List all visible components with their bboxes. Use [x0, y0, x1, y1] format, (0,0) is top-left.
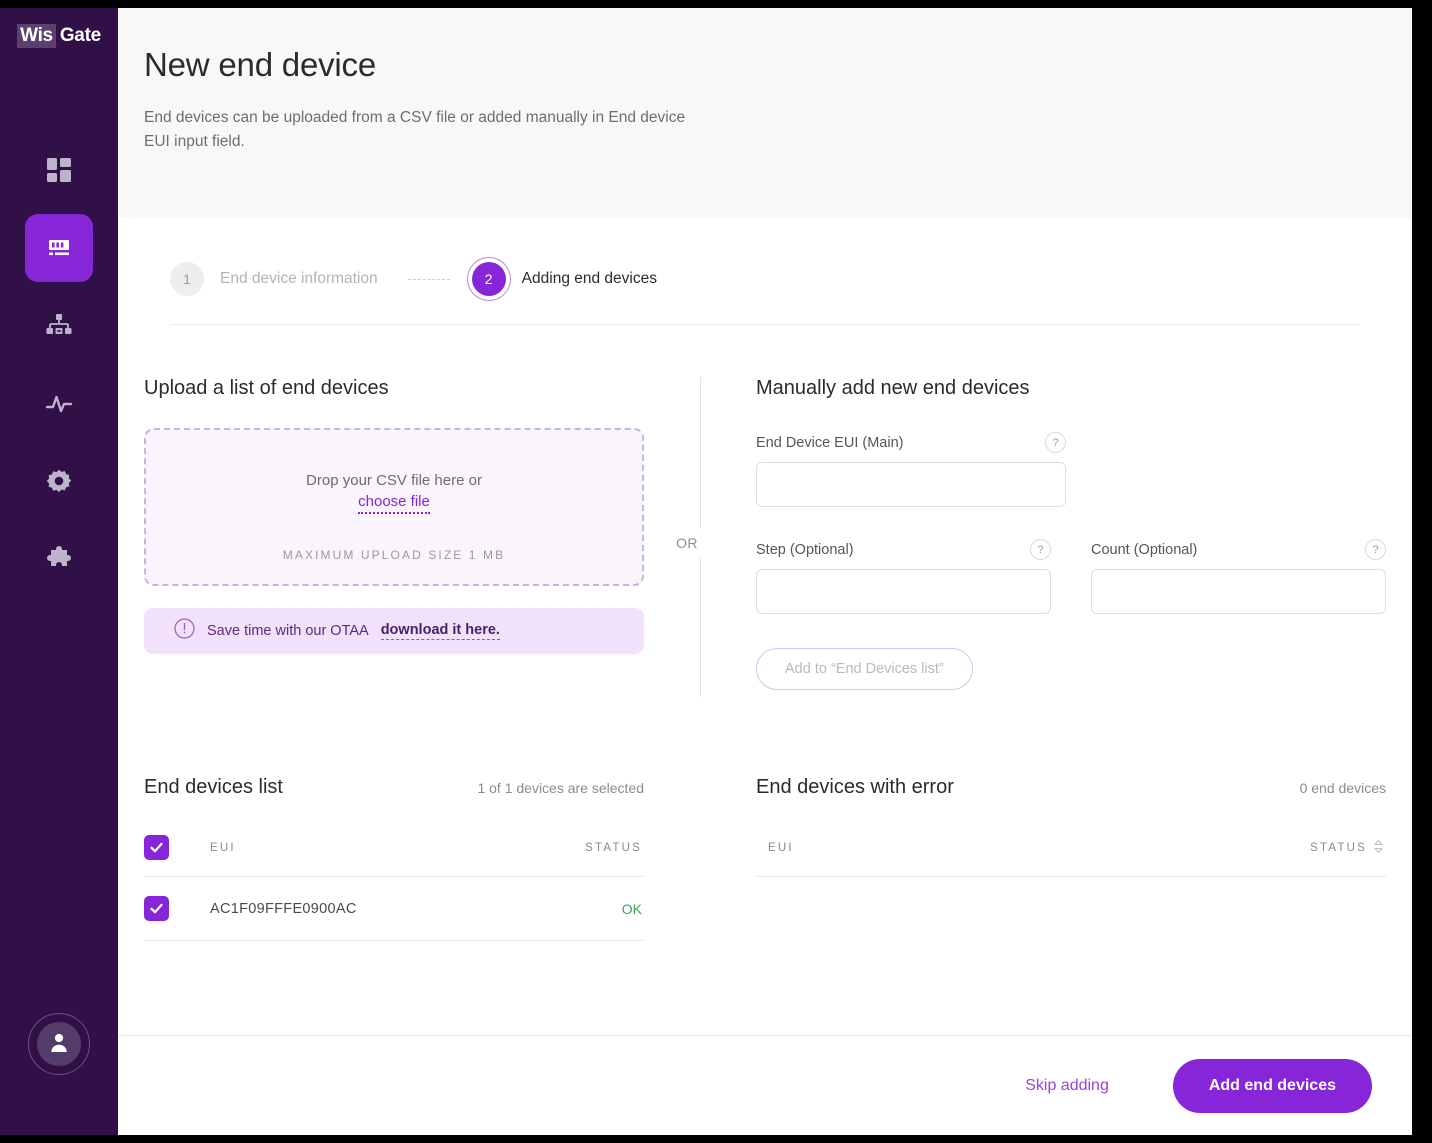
row-status-value: OK	[621, 900, 642, 917]
footer-bar: Skip adding Add end devices	[118, 1035, 1412, 1135]
add-end-devices-button[interactable]: Add end devices	[1172, 1058, 1372, 1113]
divider-or-label: OR	[668, 529, 706, 557]
row-checkbox[interactable]	[144, 896, 169, 921]
lists-gap	[644, 776, 756, 941]
end-device-eui-label: End Device EUI (Main)	[756, 434, 904, 451]
step-2-number: 2	[471, 262, 506, 296]
upload-column: Upload a list of end devices Drop your C…	[144, 377, 644, 690]
end-devices-list-head: End devices list 1 of 1 devices are sele…	[144, 776, 644, 799]
error-column-header-eui: EUI	[768, 841, 794, 854]
sidebar-item-activity[interactable]	[25, 370, 93, 438]
avatar-inner	[37, 1022, 81, 1066]
sidebar-item-network[interactable]	[25, 292, 93, 360]
error-column-header-status[interactable]: STATUS	[1310, 839, 1386, 857]
dropzone-text: Drop your CSV file here or	[306, 472, 482, 489]
puzzle-icon	[45, 546, 73, 574]
sidebar-nav	[25, 136, 93, 594]
page-title: New end device	[144, 46, 377, 83]
row-eui-value: AC1F09FFFE0900AC	[210, 900, 357, 917]
error-list-title: End devices with error	[756, 776, 954, 798]
skip-adding-button[interactable]: Skip adding	[1025, 1077, 1109, 1095]
choose-file-link[interactable]: choose file	[358, 493, 430, 514]
main-content: New end device End devices can be upload…	[118, 8, 1412, 1135]
manual-column: Manually add new end devices End Device …	[756, 377, 1386, 690]
step-label: Step (Optional)	[756, 541, 854, 558]
sidebar: Wis Gate	[0, 8, 118, 1135]
logo-wis-text: Wis	[17, 24, 56, 48]
end-devices-list-block: End devices list 1 of 1 devices are sele…	[144, 776, 644, 941]
csv-dropzone[interactable]: Drop your CSV file here or choose file M…	[144, 428, 644, 586]
end-devices-list-title: End devices list	[144, 776, 283, 798]
stepper: 1 End device information 2 Adding end de…	[170, 218, 1360, 325]
error-table-header: EUI STATUS	[756, 819, 1386, 877]
error-column-header-status-label: STATUS	[1310, 841, 1367, 854]
column-header-eui: EUI	[210, 841, 236, 854]
end-devices-list-count: 1 of 1 devices are selected	[477, 780, 644, 796]
device-lists: End devices list 1 of 1 devices are sele…	[144, 690, 1386, 941]
otaa-banner-text: Save time with our OTAA	[207, 623, 369, 639]
grid-icon	[45, 156, 73, 184]
help-icon-step[interactable]: ?	[1030, 539, 1051, 560]
sidebar-item-settings[interactable]	[25, 448, 93, 516]
field-head-count: Count (Optional) ?	[1091, 539, 1386, 560]
step-1-number: 1	[170, 262, 204, 296]
otaa-banner: Save time with our OTAA download it here…	[144, 608, 644, 654]
error-devices-list-block: End devices with error 0 end devices EUI…	[756, 776, 1386, 941]
device-icon	[45, 234, 73, 262]
pulse-icon	[45, 390, 73, 418]
or-divider: OR	[644, 377, 756, 697]
manual-section-title: Manually add new end devices	[756, 377, 1030, 399]
body-area: Upload a list of end devices Drop your C…	[118, 325, 1412, 1035]
count-input[interactable]	[1091, 569, 1386, 614]
user-icon	[48, 1031, 70, 1058]
table-row[interactable]: AC1F09FFFE0900AC OK	[144, 877, 644, 941]
field-step: Step (Optional) ?	[756, 539, 1051, 614]
select-all-checkbox-cell	[144, 835, 210, 860]
gear-icon	[45, 468, 73, 496]
row-checkbox-cell	[144, 896, 210, 921]
max-upload-size-label: MAXIMUM UPLOAD SIZE 1 MB	[282, 548, 506, 562]
end-device-eui-input[interactable]	[756, 462, 1066, 507]
upload-and-manual-columns: Upload a list of end devices Drop your C…	[144, 325, 1386, 697]
page-header: New end device End devices can be upload…	[118, 8, 1412, 218]
help-icon-eui[interactable]: ?	[1045, 432, 1066, 453]
avatar[interactable]	[28, 1013, 90, 1075]
stepper-step-2[interactable]: 2 Adding end devices	[471, 262, 657, 296]
field-row-step-count: Step (Optional) ? Count (Optional) ?	[756, 507, 1386, 614]
help-icon-count[interactable]: ?	[1365, 539, 1386, 560]
exclamation-circle-icon	[174, 618, 195, 644]
upload-section-title: Upload a list of end devices	[144, 377, 389, 399]
step-input[interactable]	[756, 569, 1051, 614]
sidebar-item-dashboard[interactable]	[25, 136, 93, 204]
field-end-device-eui: End Device EUI (Main) ?	[756, 432, 1066, 507]
sidebar-item-devices[interactable]	[25, 214, 93, 282]
select-all-checkbox[interactable]	[144, 835, 169, 860]
error-list-head: End devices with error 0 end devices	[756, 776, 1386, 799]
step-2-label: Adding end devices	[521, 270, 657, 287]
step-1-label: End device information	[220, 270, 378, 287]
end-devices-table-header: EUI STATUS	[144, 819, 644, 877]
stepper-step-1[interactable]: 1 End device information	[170, 262, 378, 296]
logo-gate-text: Gate	[59, 25, 101, 46]
sidebar-item-extensions[interactable]	[25, 526, 93, 594]
stepper-connector	[407, 278, 450, 280]
error-list-count: 0 end devices	[1299, 780, 1386, 796]
network-icon	[45, 312, 73, 340]
field-head-step: Step (Optional) ?	[756, 539, 1051, 560]
field-head-eui: End Device EUI (Main) ?	[756, 432, 1066, 453]
app-logo: Wis Gate	[17, 24, 101, 48]
otaa-download-link[interactable]: download it here.	[380, 622, 500, 640]
count-label: Count (Optional)	[1091, 541, 1198, 558]
field-count: Count (Optional) ?	[1091, 539, 1386, 614]
sort-arrows-icon	[1373, 839, 1384, 857]
page-subtitle: End devices can be uploaded from a CSV f…	[144, 109, 686, 150]
application-window: Wis Gate New end device End devices can …	[0, 8, 1412, 1135]
column-header-status: STATUS	[585, 841, 642, 854]
add-to-end-devices-list-button[interactable]: Add to “End Devices list”	[756, 648, 973, 690]
